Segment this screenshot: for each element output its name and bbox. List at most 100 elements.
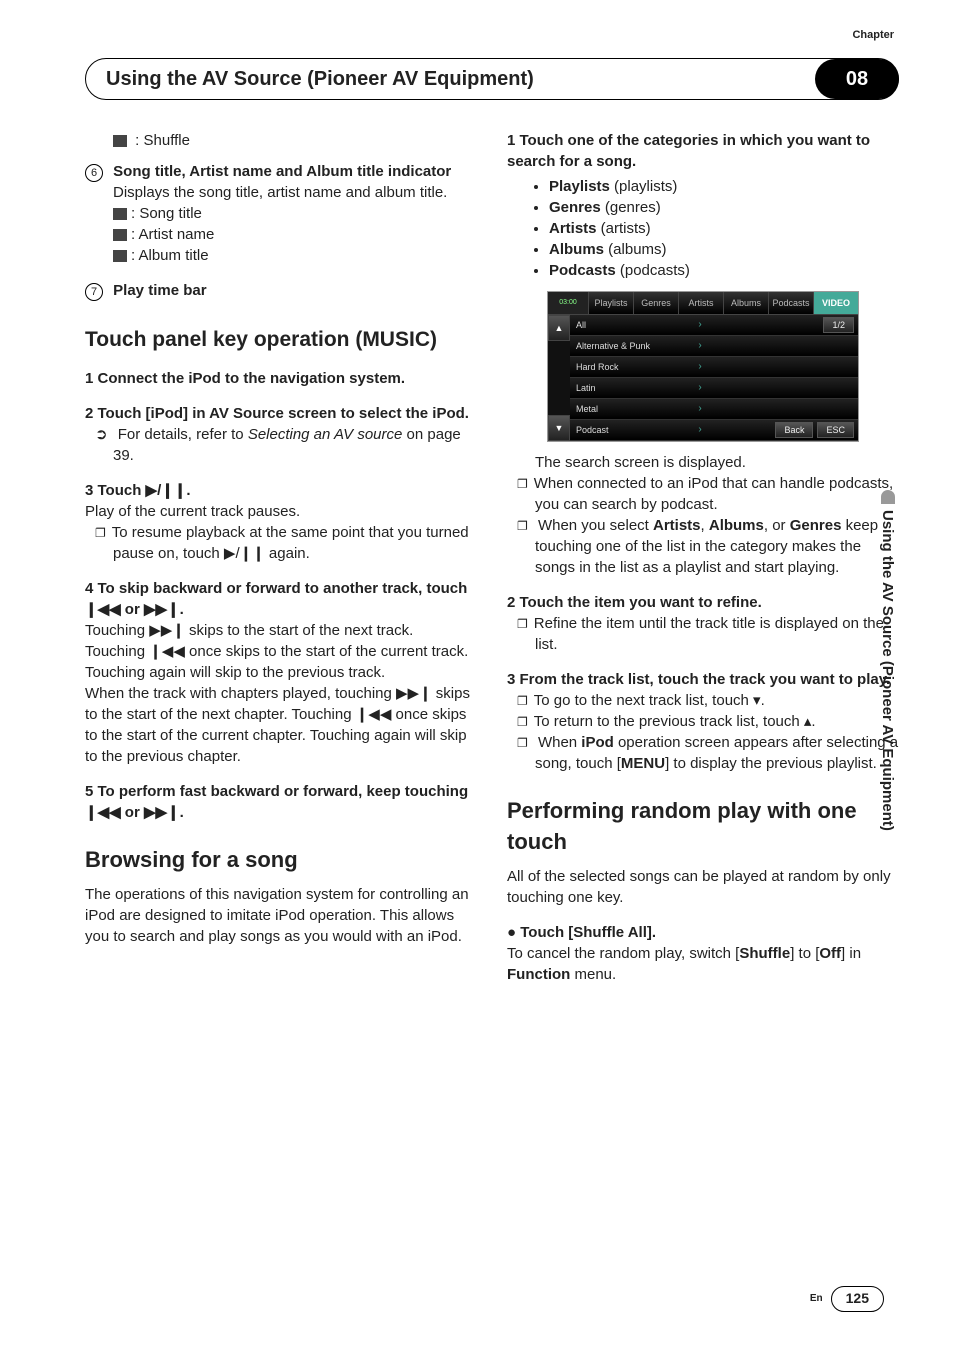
- step2-detail: For details, refer to Selecting an AV so…: [113, 424, 477, 466]
- item6-desc: Displays the song title, artist name and…: [113, 182, 477, 203]
- cat-playlists: Playlists (playlists): [549, 176, 899, 197]
- side-tab-cap: [881, 490, 895, 504]
- ss-video-button[interactable]: VIDEO: [813, 292, 858, 314]
- step4-p2: When the track with chapters played, tou…: [85, 683, 477, 767]
- step3-line: Play of the current track pauses.: [85, 501, 477, 522]
- cat4p: (podcasts): [616, 262, 690, 279]
- song-title-icon: [113, 208, 127, 220]
- rp2d: Off: [819, 945, 841, 962]
- r1b2a: When you select: [538, 517, 653, 534]
- r-step-2: 2 Touch the item you want to refine.: [507, 592, 899, 613]
- footer-en: En: [810, 1292, 823, 1306]
- chapter-badge: 08: [815, 59, 899, 99]
- step3-box: To resume playback at the same point tha…: [113, 522, 477, 564]
- cat-albums: Albums (albums): [549, 239, 899, 260]
- r3b3d: MENU: [621, 755, 665, 772]
- ss-back-button[interactable]: Back: [775, 422, 813, 439]
- ss-scroll-up[interactable]: ▲: [548, 315, 570, 341]
- cat4b: Podcasts: [549, 262, 616, 279]
- step-3: 3 Touch ▶/❙❙.: [85, 480, 477, 501]
- ss-time: 03:00: [548, 292, 588, 314]
- step-5: 5 To perform fast backward or forward, k…: [85, 781, 477, 823]
- ss-tab-artists[interactable]: Artists: [678, 292, 723, 314]
- side-tab: Using the AV Source (Pioneer AV Equipmen…: [877, 490, 899, 920]
- ss-row-all[interactable]: All › 1/2: [570, 315, 858, 336]
- rp2a: To cancel the random play, switch [: [507, 945, 739, 962]
- item6-b-text: : Artist name: [131, 226, 214, 243]
- step-1: 1 Connect the iPod to the navigation sys…: [85, 368, 477, 389]
- cat0b: Playlists: [549, 178, 610, 195]
- ss-tab-playlists[interactable]: Playlists: [588, 292, 633, 314]
- artist-name-icon: [113, 229, 127, 241]
- cat3b: Albums: [549, 241, 604, 258]
- ss-row-alt[interactable]: Alternative & Punk›: [570, 336, 858, 357]
- footer: En 125: [810, 1286, 884, 1312]
- item6-a-text: : Song title: [131, 205, 202, 222]
- item-6: 6 Song title, Artist name and Album titl…: [85, 161, 477, 182]
- rp2g: menu.: [570, 966, 616, 983]
- ss-row2-name: Hard Rock: [570, 361, 686, 374]
- rp2b: Shuffle: [739, 945, 790, 962]
- header-bar: Using the AV Source (Pioneer AV Equipmen…: [85, 58, 899, 100]
- random-heading: Performing random play with one touch: [507, 796, 899, 858]
- ss-row1-name: Alternative & Punk: [570, 340, 686, 353]
- ss-scroll-track: [548, 341, 570, 414]
- chevron-right-icon: ›: [686, 381, 714, 395]
- r1-box1: When connected to an iPod that can handl…: [535, 473, 899, 515]
- item6-title: Song title, Artist name and Album title …: [113, 163, 451, 180]
- r1-after: The search screen is displayed.: [535, 452, 899, 473]
- r3-box2: To return to the previous track list, to…: [535, 711, 899, 732]
- item-7: 7 Play time bar: [85, 280, 477, 301]
- ss-tab-genres[interactable]: Genres: [633, 292, 678, 314]
- random-p: All of the selected songs can be played …: [507, 866, 899, 908]
- r1b2c: ,: [701, 517, 709, 534]
- rp2f: Function: [507, 966, 570, 983]
- cat-podcasts: Podcasts (podcasts): [549, 260, 899, 281]
- ss-row4-name: Metal: [570, 403, 686, 416]
- right-column: 1 Touch one of the categories in which y…: [507, 130, 899, 985]
- ss-tab-podcasts[interactable]: Podcasts: [768, 292, 813, 314]
- r1b2e: , or: [764, 517, 790, 534]
- browse-p: The operations of this navigation system…: [85, 884, 477, 947]
- cat0p: (playlists): [610, 178, 678, 195]
- item6-b: : Artist name: [113, 224, 477, 245]
- cat2b: Artists: [549, 220, 597, 237]
- chevron-right-icon: ›: [686, 423, 714, 437]
- rp2e: ] in: [841, 945, 861, 962]
- cat-artists: Artists (artists): [549, 218, 899, 239]
- chevron-right-icon: ›: [686, 360, 714, 374]
- r3-box1: To go to the next track list, touch ▾.: [535, 690, 899, 711]
- ss-row-hardrock[interactable]: Hard Rock›: [570, 357, 858, 378]
- r2-box: Refine the item until the track title is…: [535, 613, 899, 655]
- shuffle-line: : Shuffle: [113, 130, 477, 151]
- ss-row-metal[interactable]: Metal›: [570, 399, 858, 420]
- cat1b: Genres: [549, 199, 601, 216]
- cat1p: (genres): [601, 199, 661, 216]
- ss-row3-name: Latin: [570, 382, 686, 395]
- r1b2b: Artists: [653, 517, 701, 534]
- category-list: Playlists (playlists) Genres (genres) Ar…: [507, 176, 899, 281]
- r3b3a: When: [538, 734, 581, 751]
- rp2c: ] to [: [790, 945, 819, 962]
- ss-row0-name: All: [570, 319, 686, 332]
- shuffle-label: : Shuffle: [135, 132, 190, 149]
- circled-7: 7: [85, 283, 103, 301]
- ss-tab-albums[interactable]: Albums: [723, 292, 768, 314]
- cat3p: (albums): [604, 241, 667, 258]
- r-step-1: 1 Touch one of the categories in which y…: [507, 130, 899, 172]
- r1-box2: When you select Artists, Albums, or Genr…: [535, 515, 899, 578]
- header-title: Using the AV Source (Pioneer AV Equipmen…: [106, 65, 534, 93]
- r-step-3: 3 From the track list, touch the track y…: [507, 669, 899, 690]
- r1b2d: Albums: [709, 517, 764, 534]
- ss-scroll-down[interactable]: ▼: [548, 415, 570, 441]
- ss-row-podcast[interactable]: Podcast › Back ESC: [570, 420, 858, 441]
- item6-c: : Album title: [113, 245, 477, 266]
- search-screenshot: 03:00 Playlists Genres Artists Albums Po…: [547, 291, 859, 442]
- music-heading: Touch panel key operation (MUSIC): [85, 325, 477, 354]
- ss-esc-button[interactable]: ESC: [817, 422, 854, 439]
- s2-detail-a: For details, refer to: [118, 426, 248, 443]
- ss-row-latin[interactable]: Latin›: [570, 378, 858, 399]
- chevron-right-icon: ›: [686, 318, 714, 332]
- chapter-label: Chapter: [852, 28, 894, 43]
- cat2p: (artists): [597, 220, 651, 237]
